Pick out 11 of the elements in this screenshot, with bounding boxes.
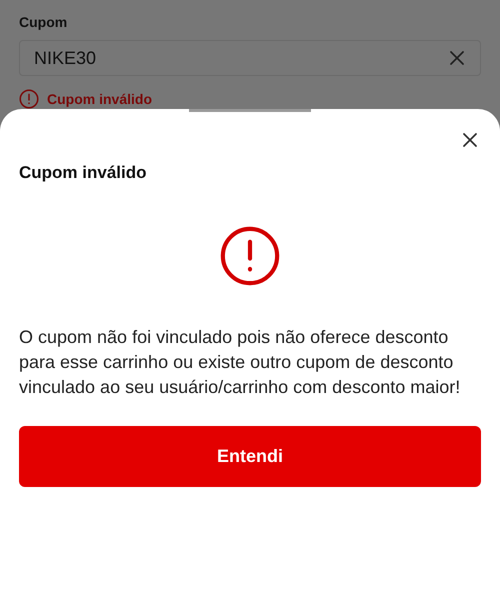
- coupon-field[interactable]: NIKE30: [19, 40, 481, 76]
- dialog-message: O cupom não foi vinculado pois não oferece desconto para esse carrinho ou existe outro cupom de desconto vinculado ao seu usuário/carrinho com desconto maior!: [19, 326, 462, 399]
- confirm-button[interactable]: Entendi: [19, 426, 481, 487]
- field-label: Cupom: [19, 14, 68, 30]
- dialog-title: Cupom inválido: [19, 163, 148, 183]
- drag-handle[interactable]: [189, 109, 311, 112]
- alert-icon: [19, 89, 39, 109]
- alert-icon: [219, 225, 281, 287]
- error-message: Cupom inválido: [47, 91, 152, 107]
- clear-icon: [448, 49, 466, 67]
- close-icon: [461, 131, 479, 149]
